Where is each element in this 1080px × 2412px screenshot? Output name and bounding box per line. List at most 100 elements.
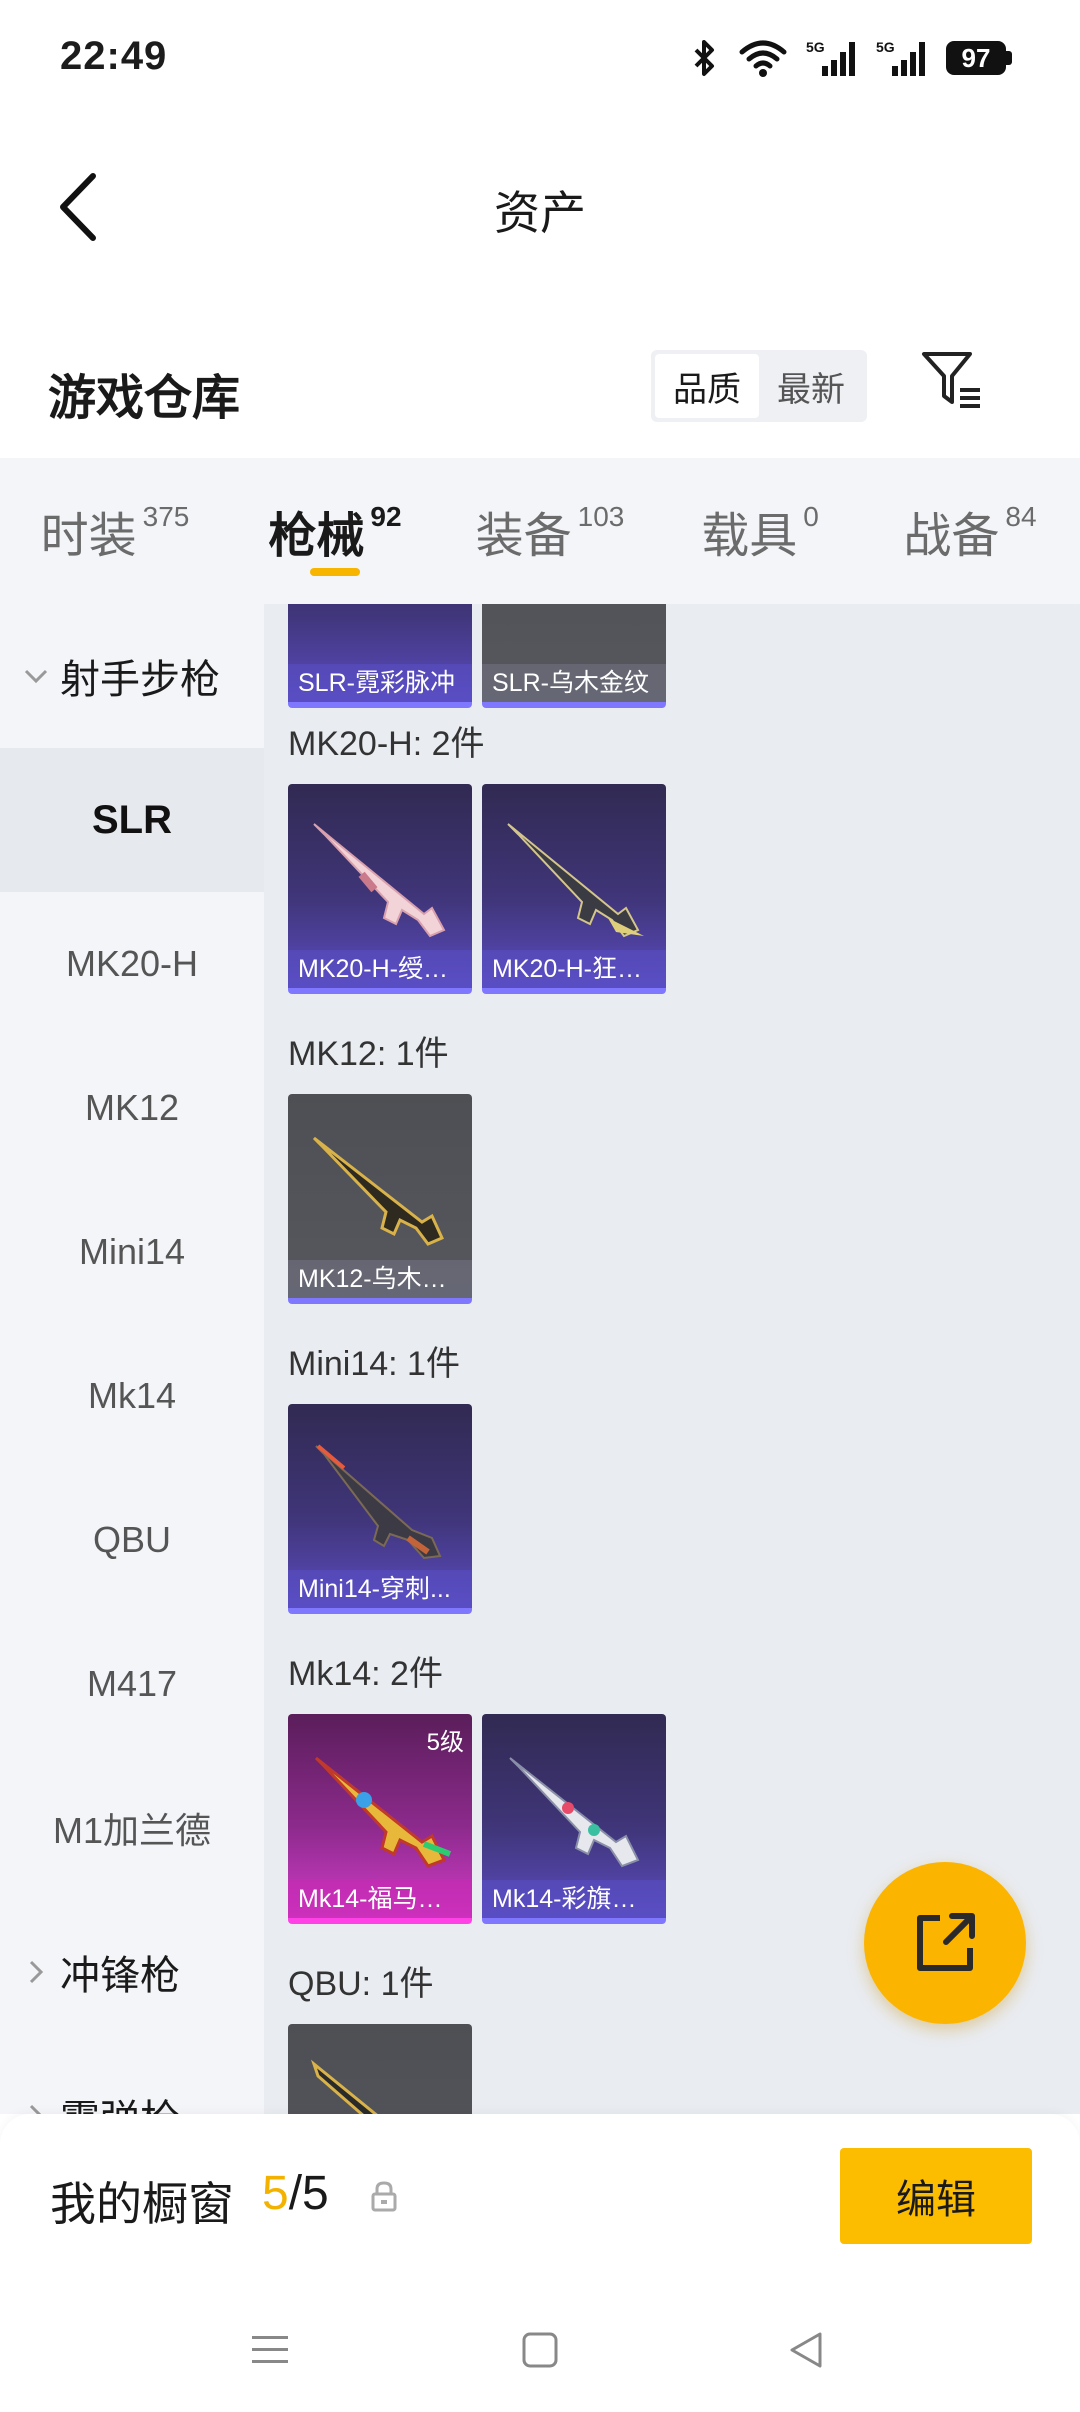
section-heading: Mini14: 1件 — [288, 1345, 460, 1383]
showcase-label: 我的橱窗 — [50, 2178, 234, 2230]
showcase-max: 5 — [302, 2167, 329, 2220]
share-external-icon — [917, 1913, 975, 1971]
sidebar-item-slr[interactable]: SLR — [0, 748, 264, 892]
system-nav-bar — [0, 2282, 1080, 2412]
section-heading: Mk14: 2件 — [288, 1655, 443, 1693]
skin-card[interactable]: Mk14-彩旗巡... — [482, 1714, 666, 1924]
tab-count: 0 — [803, 501, 819, 532]
card-name: Mk14-彩旗巡... — [482, 1880, 666, 1918]
sidebar-item-qbu[interactable]: QBU — [0, 1468, 264, 1612]
showcase-bar: 我的橱窗 5/5 编辑 — [0, 2114, 1080, 2282]
back-triangle-icon — [790, 2332, 822, 2368]
section-heading: MK20-H: 2件 — [288, 725, 485, 763]
card-name: MK20-H-绶带... — [288, 950, 472, 988]
skin-card[interactable]: MK20-H-绶带... — [288, 784, 472, 994]
sidebar-item-m417[interactable]: M417 — [0, 1612, 264, 1756]
sort-option-quality[interactable]: 品质 — [655, 354, 759, 418]
svg-text:5G: 5G — [806, 39, 825, 55]
skin-card[interactable]: Mini14-穿刺... — [288, 1404, 472, 1614]
signal-5g-icon-2: 5G — [876, 39, 925, 76]
skin-card[interactable]: SLR-乌木金纹 — [482, 604, 666, 708]
home-square-icon — [522, 2332, 558, 2368]
tab-label: 载具 — [701, 510, 798, 563]
showcase-count: 5/5 — [262, 2166, 329, 2221]
svg-text:5G: 5G — [876, 39, 895, 55]
sidebar-item-mini14[interactable]: Mini14 — [0, 1180, 264, 1324]
status-bar: 22:49 5G 5G 97 — [0, 0, 1080, 122]
showcase-separator: / — [288, 2167, 303, 2220]
rifle-skin-icon — [313, 823, 446, 938]
bluetooth-icon — [694, 40, 714, 76]
wifi-icon — [739, 40, 787, 77]
sidebar-item-mk14[interactable]: Mk14 — [0, 1324, 264, 1468]
section-heading: QBU: 1件 — [288, 1965, 434, 2003]
filter-button[interactable] — [918, 344, 988, 414]
sidebar-item-m1-garand[interactable]: M1加兰德 — [0, 1756, 264, 1900]
group-label: 射手步枪 — [60, 658, 220, 702]
rifle-skin-icon — [314, 1756, 452, 1868]
tab-firearms[interactable]: 枪械 92 — [230, 458, 440, 604]
tab-count: 375 — [142, 501, 190, 532]
sort-toggle: 品质 最新 — [651, 350, 867, 422]
rifle-skin-icon — [312, 1136, 444, 1246]
tab-fashion[interactable]: 时装 375 — [0, 458, 230, 604]
tab-vehicles[interactable]: 载具 0 — [660, 458, 860, 604]
chevron-right-icon — [29, 1960, 44, 1984]
skin-card[interactable]: SLR-霓彩脉冲 — [288, 604, 472, 708]
nav-back-button[interactable] — [776, 2320, 836, 2380]
group-label: 霰弹枪 — [60, 2087, 180, 2114]
skin-card[interactable]: MK12-乌木金... — [288, 1094, 472, 1304]
status-time: 22:49 — [60, 34, 168, 78]
tab-count: 84 — [1005, 501, 1037, 532]
battery-icon: 97 — [946, 41, 1012, 75]
rifle-skin-icon — [509, 1757, 640, 1868]
section-heading: MK12: 1件 — [288, 1035, 449, 1073]
rifle-skin-icon — [310, 2059, 378, 2114]
group-label: 冲锋枪 — [60, 1954, 180, 1998]
sort-option-newest[interactable]: 最新 — [759, 354, 863, 418]
category-tabs: 时装 375 枪械 92 装备 103 载具 0 战备 84 — [0, 458, 1080, 604]
card-name: SLR-乌木金纹 — [482, 664, 666, 702]
signal-5g-icon: 5G — [806, 39, 855, 76]
nav-menu-button[interactable] — [240, 2320, 300, 2380]
lock-icon — [371, 2181, 397, 2212]
tab-supplies[interactable]: 战备 84 — [860, 458, 1080, 604]
warehouse-title: 游戏仓库 — [48, 372, 241, 425]
nav-home-button[interactable] — [510, 2320, 570, 2380]
sidebar-item-mk12[interactable]: MK12 — [0, 1036, 264, 1180]
tab-label: 战备 — [903, 510, 1000, 563]
title-bar: 资产 — [0, 122, 1080, 292]
card-name: MK20-H-狂鲨... — [482, 950, 666, 988]
sidebar-group-marksman-rifles[interactable]: 射手步枪 — [0, 604, 264, 748]
sidebar-group-shotgun[interactable]: 霰弹枪 — [0, 2044, 264, 2114]
card-name: Mini14-穿刺... — [288, 1570, 472, 1608]
card-name: Mk14-福马献... — [288, 1880, 472, 1918]
tab-count: 103 — [577, 501, 625, 532]
rifle-skin-icon — [507, 823, 644, 938]
active-tab-indicator — [310, 568, 360, 576]
tab-label: 时装 — [40, 510, 137, 563]
skin-card[interactable] — [288, 2024, 472, 2114]
sidebar-group-smg[interactable]: 冲锋枪 — [0, 1900, 264, 2044]
status-icons: 5G 5G 97 — [690, 38, 1012, 78]
sidebar-item-mk20h[interactable]: MK20-H — [0, 892, 264, 1036]
tab-count: 92 — [370, 501, 402, 532]
tab-label: 装备 — [475, 510, 572, 563]
edit-showcase-button[interactable]: 编辑 — [840, 2148, 1032, 2244]
tab-equipment[interactable]: 装备 103 — [440, 458, 660, 604]
skin-card[interactable]: MK20-H-狂鲨... — [482, 784, 666, 994]
filter-list-icon — [922, 352, 980, 408]
menu-icon — [252, 2336, 288, 2363]
tab-label: 枪械 — [268, 510, 365, 563]
page-title: 资产 — [494, 187, 586, 239]
weapon-type-sidebar: 射手步枪 SLR MK20-H MK12 Mini14 Mk14 QBU M41… — [0, 604, 264, 2114]
skin-card[interactable]: 5级 Mk14-福马献... — [288, 1714, 472, 1924]
chevron-down-icon — [24, 669, 48, 684]
warehouse-header: 游戏仓库 品质 最新 — [0, 292, 1080, 458]
rifle-skin-icon — [315, 1444, 442, 1560]
card-name: MK12-乌木金... — [288, 1260, 472, 1298]
card-name: SLR-霓彩脉冲 — [288, 664, 472, 702]
showcase-current: 5 — [262, 2167, 289, 2220]
battery-level: 97 — [946, 41, 1006, 75]
share-fab-button[interactable] — [864, 1862, 1026, 2024]
